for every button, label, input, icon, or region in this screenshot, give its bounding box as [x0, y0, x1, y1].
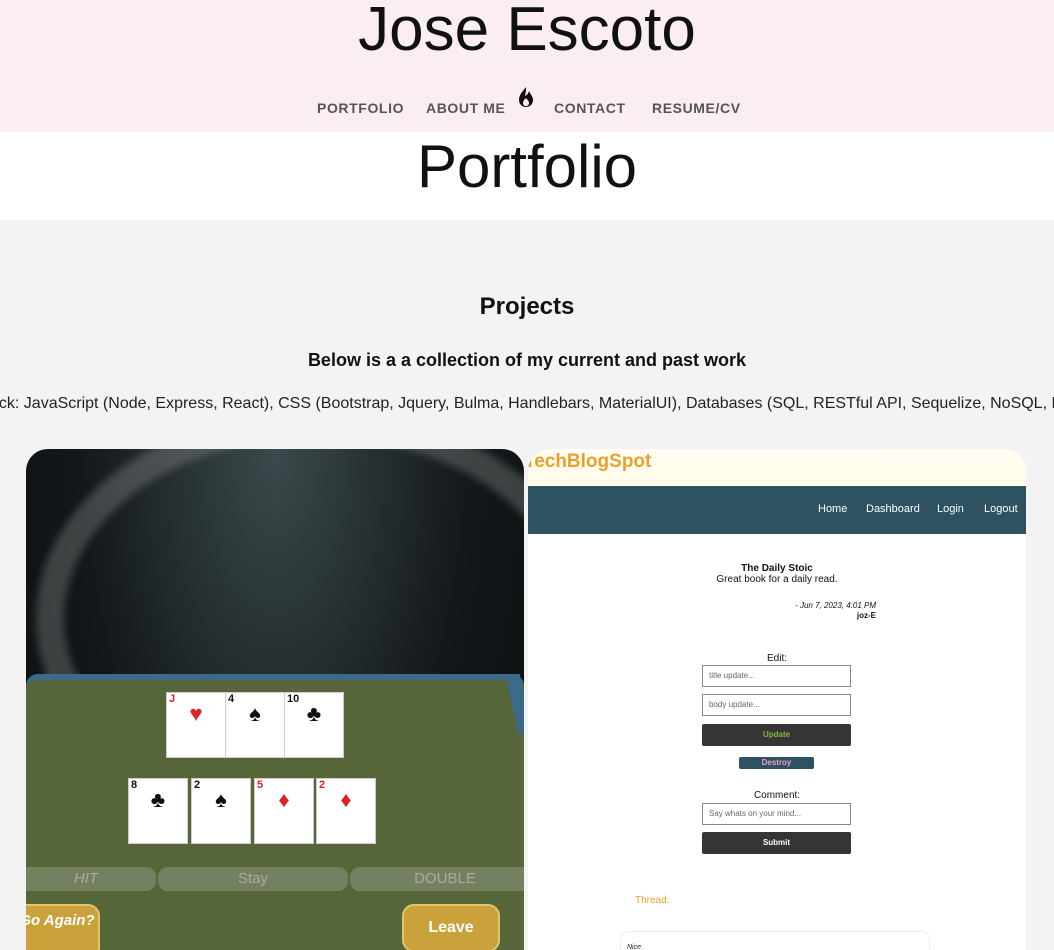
blog-nav-dashboard[interactable]: Dashboard — [866, 503, 920, 515]
card-suit: ♣ — [150, 787, 166, 812]
update-button[interactable]: Update — [702, 724, 851, 746]
nav-link-resume[interactable]: RESUME/CV — [652, 100, 741, 116]
project-card-blackjack[interactable]: J ♥ 4 ♠ 10 ♣ 8 ♣ 2 ♠ 5 ♦ 2 ♦ HIT Stay DO… — [26, 449, 524, 950]
site-header: Jose Escoto PORTFOLIO ABOUT ME CONTACT R… — [0, 0, 1054, 132]
hit-button[interactable]: HIT — [26, 867, 156, 891]
portfolio-banner: Portfolio — [0, 132, 1054, 220]
playing-card: 2 ♠ — [191, 778, 251, 844]
post-author: joz-E — [856, 611, 876, 620]
post-title: The Daily Stoic — [741, 563, 813, 574]
title-update-input[interactable]: title update... — [702, 665, 851, 687]
nav-link-contact[interactable]: CONTACT — [554, 100, 626, 116]
thread-label: Thread: — [635, 895, 670, 906]
double-button[interactable]: DOUBLE — [350, 867, 524, 891]
card-suit: ♥ — [189, 701, 203, 726]
card-suit: ♦ — [278, 787, 290, 812]
card-suit: ♦ — [340, 787, 352, 812]
blog-nav-home[interactable]: Home — [818, 503, 847, 515]
leave-button[interactable]: Leave — [402, 904, 500, 950]
card-suit: ♠ — [215, 787, 227, 812]
submit-button[interactable]: Submit — [702, 832, 851, 854]
post-body: Great book for a daily read. — [716, 574, 838, 585]
project-card-techblog[interactable]: TechBlogSpot Home Dashboard Login Logout… — [528, 449, 1026, 950]
playing-card: J ♥ — [166, 692, 226, 758]
comment-input[interactable]: Say whats on your mind... — [702, 803, 851, 825]
card-suit: ♣ — [306, 701, 322, 726]
site-title: Jose Escoto — [358, 0, 696, 64]
nav-link-about[interactable]: ABOUT ME — [426, 100, 505, 116]
destroy-button[interactable]: Destroy — [739, 757, 814, 769]
blog-nav: Home Dashboard Login Logout — [528, 486, 1026, 534]
blog-brand: TechBlogSpot — [528, 451, 652, 472]
playing-card: 10 ♣ — [284, 692, 344, 758]
stay-button[interactable]: Stay — [158, 867, 348, 891]
page-title: Portfolio — [416, 133, 638, 200]
main-nav: PORTFOLIO ABOUT ME CONTACT RESUME/CV — [0, 100, 1054, 120]
thread-comment: Nice — [620, 931, 930, 950]
blog-header: TechBlogSpot — [528, 449, 1026, 485]
tech-stack-text: ack: JavaScript (Node, Express, React), … — [0, 395, 1054, 412]
blackjack-actions: HIT Stay DOUBLE — [26, 867, 524, 891]
nav-link-portfolio[interactable]: PORTFOLIO — [317, 100, 404, 116]
playing-card: 8 ♣ — [128, 778, 188, 844]
blog-nav-logout[interactable]: Logout — [984, 503, 1018, 515]
playing-card: 2 ♦ — [316, 778, 376, 844]
post-date: - Jun 7, 2023, 4:01 PM — [795, 601, 876, 610]
comment-label: Comment: — [753, 790, 801, 801]
projects-heading: Projects — [479, 293, 575, 320]
body-update-input[interactable]: body update... — [702, 694, 851, 716]
card-suit: ♠ — [249, 701, 261, 726]
edit-label: Edit: — [766, 653, 787, 664]
blog-nav-login[interactable]: Login — [937, 503, 964, 515]
playing-card: 4 ♠ — [225, 692, 285, 758]
go-again-button[interactable]: Go Again? — [26, 904, 100, 950]
playing-card: 5 ♦ — [254, 778, 314, 844]
projects-subtitle: Below is a a collection of my current an… — [307, 350, 747, 370]
